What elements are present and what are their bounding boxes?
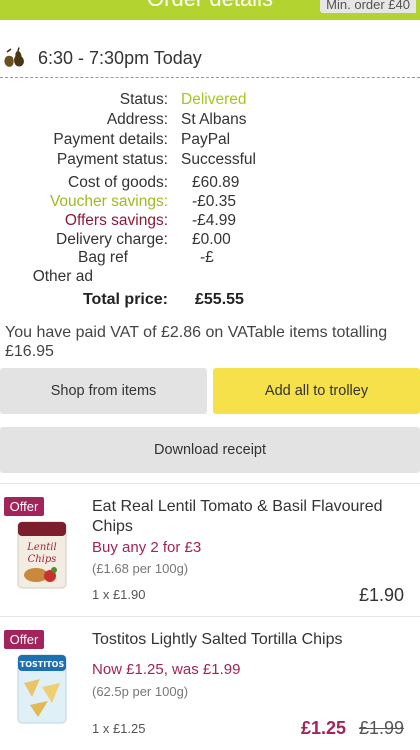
offers-savings-value: -£4.99 <box>192 212 236 229</box>
was-price: £1.99 <box>358 718 404 738</box>
total-value: £55.55 <box>195 291 244 308</box>
unit-price: (£1.68 per 100g) <box>92 561 189 576</box>
offers-savings-label: Offers savings: <box>64 212 168 229</box>
status-value: Delivered <box>181 91 247 108</box>
payment-details-row: Payment details: PayPal <box>0 130 420 150</box>
item-quantity: 1 x £1.90 <box>92 587 146 602</box>
svg-text:TOSTITOS: TOSTITOS <box>20 660 65 669</box>
item-price: £1.90 <box>358 585 404 605</box>
vat-note: You have paid VAT of £2.86 on VATable it… <box>5 324 388 360</box>
voucher-savings-row: Voucher savings: -£0.35 <box>0 192 420 212</box>
status-label: Status: <box>119 91 168 108</box>
offer-badge: Offer <box>4 497 44 516</box>
product-image: TOSTITOS <box>17 654 67 724</box>
cost-of-goods-value: £60.89 <box>192 174 240 191</box>
svg-text:Chips: Chips <box>28 554 57 565</box>
delivery-charge-value: £0.00 <box>192 231 231 248</box>
offer-badge: Offer <box>4 630 44 649</box>
offers-savings-row: Offers savings: -£4.99 <box>0 211 420 231</box>
add-all-to-trolley-button[interactable]: Add all to trolley <box>213 368 420 414</box>
promo-text[interactable]: Now £1.25, was £1.99 <box>92 661 240 678</box>
product-name[interactable]: Tostitos Lightly Salted Tortilla Chips <box>92 630 402 650</box>
payment-details-value: PayPal <box>181 131 231 148</box>
delivery-slot: 6:30 - 7:30pm Today <box>0 40 420 78</box>
bag-refund-row: Bag ref -£ <box>0 248 420 268</box>
pear-icon <box>4 47 24 67</box>
payment-status-label: Payment status: <box>56 151 168 168</box>
header-bar: Order details Min. order £40 <box>0 0 420 20</box>
cost-of-goods-label: Cost of goods: <box>68 174 168 191</box>
address-label: Address: <box>106 111 168 128</box>
address-row: Address: St Albans <box>0 110 420 130</box>
download-receipt-button[interactable]: Download receipt <box>0 427 420 473</box>
svg-text:Lentil: Lentil <box>26 542 56 553</box>
min-order-badge: Min. order £40 <box>320 0 416 13</box>
delivery-time: 6:30 - 7:30pm Today <box>38 48 202 68</box>
voucher-savings-value: -£0.35 <box>192 193 236 210</box>
payment-status-value: Successful <box>181 151 256 168</box>
bag-refund-value: -£ <box>200 249 214 266</box>
order-item[interactable]: Offer Lentil Chips Eat Real Lentil Tomat… <box>0 483 420 608</box>
product-name[interactable]: Eat Real Lentil Tomato & Basil Flavoured… <box>92 497 402 537</box>
other-adjustment-label: Other ad <box>32 268 93 285</box>
address-value: St Albans <box>181 111 247 128</box>
sale-price: £1.25 <box>300 718 346 738</box>
payment-status-row: Payment status: Successful <box>0 150 420 170</box>
order-item[interactable]: Offer TOSTITOS Tostitos Lightly Salted T… <box>0 616 420 750</box>
cost-of-goods-row: Cost of goods: £60.89 <box>0 173 420 193</box>
total-label: Total price: <box>82 291 168 308</box>
status-row: Status: Delivered <box>0 90 420 110</box>
promo-text[interactable]: Buy any 2 for £3 <box>92 539 201 556</box>
payment-details-label: Payment details: <box>53 131 168 148</box>
product-image: Lentil Chips <box>17 521 67 589</box>
shop-from-items-button[interactable]: Shop from items <box>0 368 207 414</box>
delivery-charge-label: Delivery charge: <box>56 231 168 248</box>
voucher-savings-label: Voucher savings: <box>49 193 168 210</box>
total-row: Total price: £55.55 <box>0 291 420 313</box>
delivery-charge-row: Delivery charge: £0.00 <box>0 230 420 250</box>
bag-refund-label: Bag ref <box>78 249 128 266</box>
item-quantity: 1 x £1.25 <box>92 721 146 736</box>
other-adjustment-row: Other ad <box>0 267 420 287</box>
unit-price: (62.5p per 100g) <box>92 684 189 699</box>
